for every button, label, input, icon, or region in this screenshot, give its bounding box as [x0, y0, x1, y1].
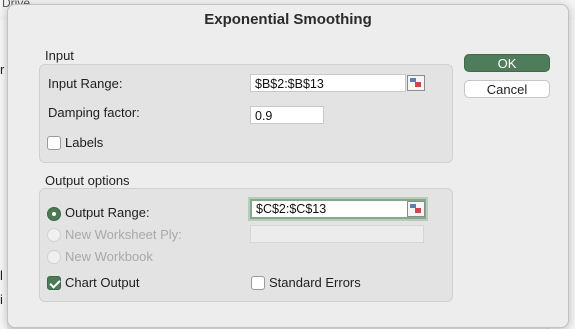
input-section-title: Input [45, 48, 74, 63]
background-fragment: i [0, 292, 3, 307]
chart-output-checkbox[interactable] [47, 276, 61, 290]
new-worksheet-radio[interactable] [47, 228, 61, 242]
new-workbook-radio[interactable] [47, 250, 61, 264]
standard-errors-checkbox[interactable] [251, 276, 265, 290]
ok-button[interactable]: OK [464, 54, 550, 72]
input-range-label: Input Range: [48, 76, 123, 91]
background-fragment: l [0, 268, 3, 283]
new-worksheet-label: New Worksheet Ply: [65, 227, 182, 242]
range-select-icon[interactable] [407, 75, 425, 91]
background-fragment: r [0, 62, 5, 77]
standard-errors-label: Standard Errors [269, 275, 361, 290]
new-workbook-label: New Workbook [65, 249, 153, 264]
output-range-field[interactable]: $C$2:$C$13 [250, 199, 426, 219]
chart-output-label: Chart Output [65, 275, 140, 290]
dialog-title: Exponential Smoothing [204, 11, 372, 28]
cancel-button[interactable]: Cancel [464, 80, 550, 98]
range-select-icon[interactable] [407, 201, 425, 217]
labels-checkbox-label: Labels [65, 135, 104, 150]
labels-checkbox[interactable] [47, 136, 61, 150]
output-range-label: Output Range: [65, 205, 150, 220]
damping-factor-label: Damping factor: [48, 105, 140, 120]
output-section-title: Output options [45, 173, 130, 188]
output-range-radio[interactable] [47, 207, 61, 221]
exponential-smoothing-dialog: Exponential Smoothing Input Input Range:… [7, 4, 569, 328]
input-range-field[interactable]: $B$2:$B$13 [250, 74, 406, 92]
damping-factor-field[interactable]: 0.9 [250, 106, 324, 124]
new-worksheet-field[interactable] [250, 225, 424, 243]
